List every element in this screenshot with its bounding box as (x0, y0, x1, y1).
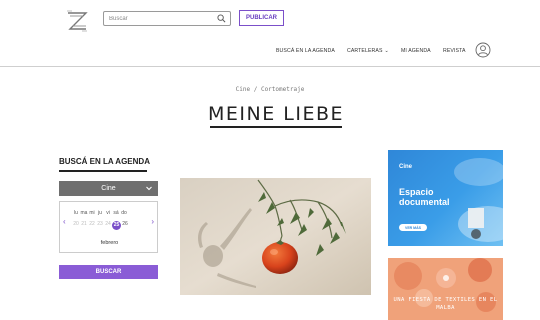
nav-item-mi-agenda[interactable]: MI AGENDA (401, 46, 431, 56)
nav-item-revista[interactable]: REVISTA (443, 46, 466, 56)
day-row: 20 21 22 23 24 25 26 (72, 221, 129, 230)
weekday-header: lu ma mi ju vi sá do (72, 210, 128, 216)
agenda-heading: BUSCÁ EN LA AGENDA (59, 157, 150, 166)
site-logo[interactable] (64, 8, 90, 34)
nav-label: CARTELERAS (347, 48, 383, 54)
ad-tag: Cine (399, 164, 413, 170)
nav-label: MI AGENDA (401, 48, 431, 54)
day-cell[interactable]: 21 (80, 221, 88, 230)
weekday: ma (80, 210, 88, 216)
weekday: vi (106, 210, 110, 216)
ad-headline: Espacio documental (399, 187, 450, 207)
chevron-down-icon: ⌄ (384, 48, 389, 54)
header-divider (0, 66, 540, 67)
day-cell[interactable]: 23 (96, 221, 104, 230)
search-input[interactable] (104, 12, 214, 25)
category-value: Cine (101, 185, 116, 192)
date-picker: ‹ › lu ma mi ju vi sá do 20 21 22 23 24 … (59, 201, 158, 253)
user-icon[interactable] (475, 42, 491, 58)
title-underline (210, 126, 342, 128)
breadcrumb[interactable]: Cine / Cortometraje (0, 86, 540, 93)
weekday: mi (89, 210, 95, 216)
next-arrow-icon[interactable]: › (151, 217, 154, 226)
prev-arrow-icon[interactable]: ‹ (63, 217, 66, 226)
event-image[interactable] (180, 178, 371, 295)
nav-label: BUSCÁ EN LA AGENDA (276, 48, 335, 54)
category-select[interactable]: Cine (59, 181, 158, 196)
weekday: ju (98, 210, 102, 216)
nav-item-carteleras[interactable]: CARTELERAS ⌄ (347, 46, 389, 56)
month-label: febrero (100, 240, 119, 246)
weekday: do (121, 210, 127, 216)
weekday: sá (113, 210, 119, 216)
search-box (103, 11, 231, 26)
ad-malba[interactable]: UNA FIESTA DE TEXTILES EN EL MALBA (388, 258, 503, 320)
day-cell-selected[interactable]: 25 (112, 221, 121, 230)
day-cell[interactable]: 20 (72, 221, 80, 230)
agenda-underline (59, 170, 147, 172)
page-title: MEINE LIEBE (208, 103, 344, 125)
ad-documental[interactable]: Cine Espacio documental VER MÁS (388, 150, 503, 246)
day-cell[interactable]: 24 (104, 221, 112, 230)
publish-button[interactable]: PUBLICAR (239, 10, 284, 26)
search-button[interactable]: BUSCAR (59, 265, 158, 279)
day-cell[interactable]: 22 (88, 221, 96, 230)
ad-button[interactable]: VER MÁS (399, 224, 427, 231)
ad-text: UNA FIESTA DE TEXTILES EN EL MALBA (393, 297, 498, 311)
search-icon[interactable] (217, 14, 226, 23)
chevron-down-icon (146, 186, 152, 191)
nav-label: REVISTA (443, 48, 466, 54)
nav-item-agenda[interactable]: BUSCÁ EN LA AGENDA (276, 46, 335, 56)
weekday: lu (74, 210, 78, 216)
day-cell[interactable]: 26 (121, 221, 129, 230)
